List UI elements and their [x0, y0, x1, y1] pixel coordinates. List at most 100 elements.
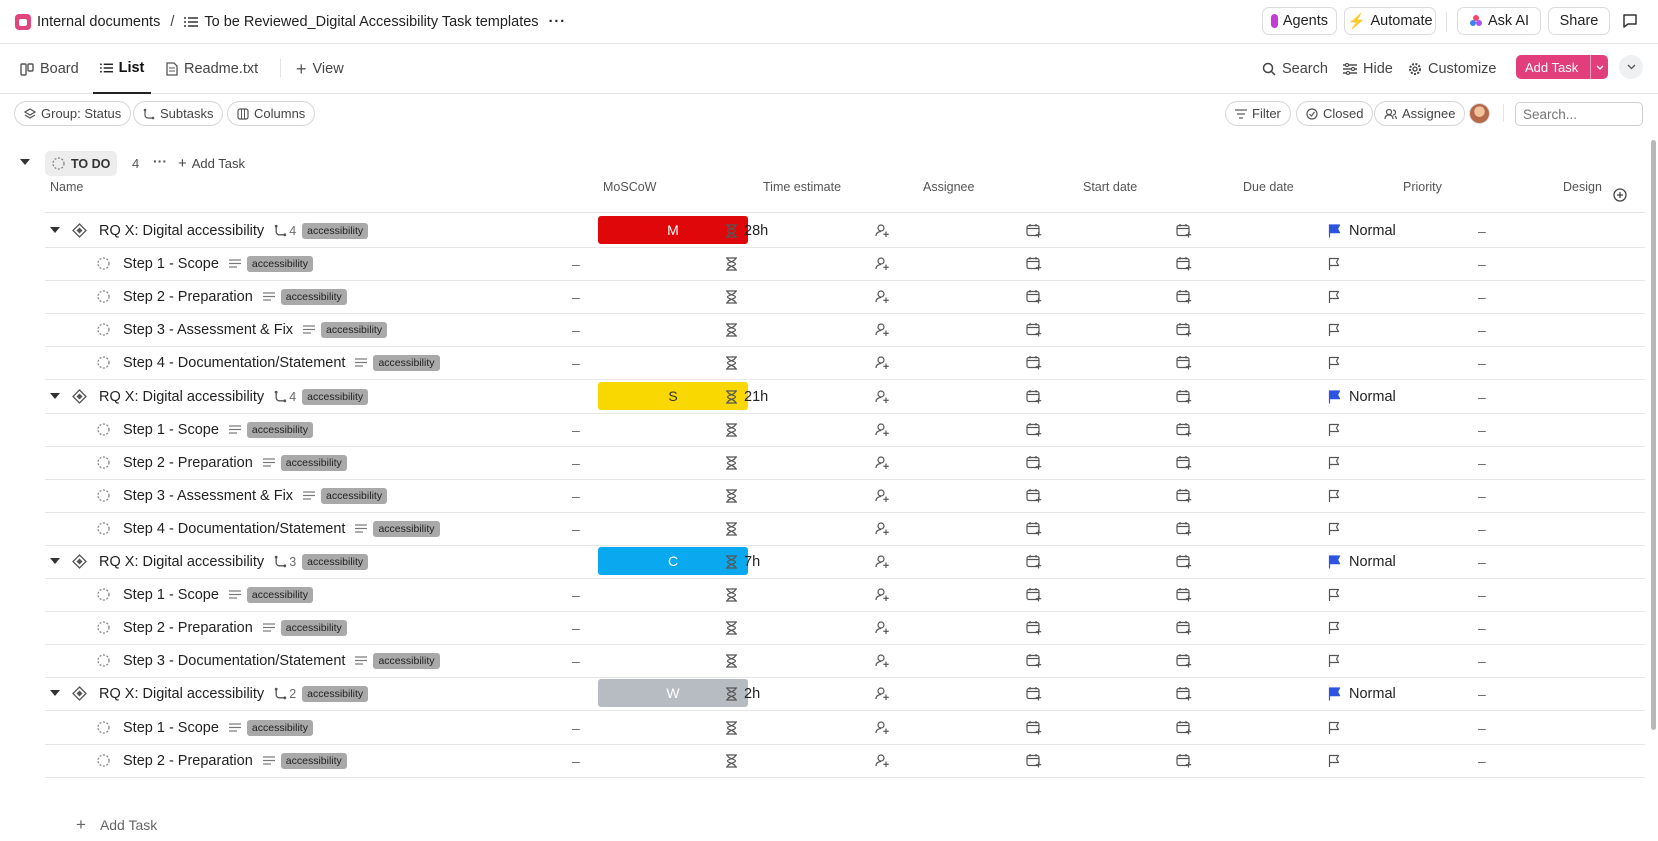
moscow-cell[interactable]: –: [572, 643, 580, 678]
table-row[interactable]: Step 2 - Preparation accessibility – –: [45, 743, 1645, 778]
tag-badge[interactable]: accessibility: [246, 586, 313, 603]
start-date-cell[interactable]: [1026, 710, 1042, 745]
start-date-cell[interactable]: [1026, 246, 1042, 281]
tag-badge[interactable]: accessibility: [280, 752, 347, 769]
assignee-cell[interactable]: [875, 511, 890, 546]
subtask-name[interactable]: Step 1 - Scope: [123, 256, 219, 272]
tab-list[interactable]: List: [93, 44, 151, 94]
table-row[interactable]: Step 3 - Documentation/Statement accessib…: [45, 643, 1645, 678]
table-row[interactable]: RQ X: Digital accessibility 2 accessibilit…: [45, 676, 1645, 711]
assignee-cell[interactable]: [875, 345, 890, 380]
subtask-name-cell[interactable]: Step 3 - Assessment & Fix accessibility: [45, 478, 388, 513]
due-date-cell[interactable]: [1176, 610, 1192, 645]
tag-badge[interactable]: accessibility: [302, 222, 369, 239]
start-date-cell[interactable]: [1026, 445, 1042, 480]
time-estimate-cell[interactable]: [725, 478, 738, 513]
subtask-name[interactable]: Step 2 - Preparation: [123, 753, 253, 769]
status-circle-icon[interactable]: [97, 522, 110, 535]
table-row[interactable]: Step 1 - Scope accessibility – –: [45, 246, 1645, 281]
priority-cell[interactable]: Normal: [1328, 676, 1396, 711]
search-input[interactable]: [1515, 102, 1643, 126]
column-due-date[interactable]: Due date: [1243, 180, 1294, 194]
due-date-cell[interactable]: [1176, 213, 1192, 248]
group-more-icon[interactable]: ···: [153, 153, 167, 169]
time-estimate-cell[interactable]: [725, 445, 738, 480]
add-view-button[interactable]: + View: [296, 44, 344, 94]
start-date-cell[interactable]: [1026, 610, 1042, 645]
moscow-cell[interactable]: –: [572, 511, 580, 546]
tag-badge[interactable]: accessibility: [373, 354, 440, 371]
task-name[interactable]: RQ X: Digital accessibility: [99, 223, 264, 239]
time-estimate-cell[interactable]: [725, 246, 738, 281]
subtask-name[interactable]: Step 2 - Preparation: [123, 289, 253, 305]
group-by-button[interactable]: Group: Status: [14, 101, 132, 126]
subtask-count-icon[interactable]: [274, 687, 287, 700]
moscow-cell[interactable]: –: [572, 246, 580, 281]
tab-board[interactable]: Board: [20, 44, 79, 94]
subtask-name[interactable]: Step 1 - Scope: [123, 422, 219, 438]
task-name-cell[interactable]: RQ X: Digital accessibility 3 accessibilit…: [45, 544, 369, 579]
avatar[interactable]: [1469, 103, 1490, 124]
priority-cell[interactable]: [1328, 743, 1340, 778]
moscow-cell[interactable]: –: [572, 743, 580, 778]
assignee-cell[interactable]: [875, 279, 890, 314]
task-name-cell[interactable]: RQ X: Digital accessibility 2 accessibilit…: [45, 676, 369, 711]
expand-caret-icon[interactable]: [50, 558, 60, 565]
start-date-cell[interactable]: [1026, 577, 1042, 612]
tag-badge[interactable]: accessibility: [373, 520, 440, 537]
automate-button[interactable]: ⚡ Automate: [1344, 7, 1436, 35]
start-date-cell[interactable]: [1026, 213, 1042, 248]
subtask-name[interactable]: Step 3 - Assessment & Fix: [123, 322, 293, 338]
design-cell[interactable]: –: [1478, 445, 1486, 480]
priority-cell[interactable]: Normal: [1328, 379, 1396, 414]
column-assignee[interactable]: Assignee: [923, 180, 974, 194]
priority-cell[interactable]: Normal: [1328, 213, 1396, 248]
moscow-cell[interactable]: –: [572, 412, 580, 447]
tab-readme[interactable]: Readme.txt: [166, 44, 258, 94]
task-name[interactable]: RQ X: Digital accessibility: [99, 554, 264, 570]
start-date-cell[interactable]: [1026, 643, 1042, 678]
design-cell[interactable]: –: [1478, 643, 1486, 678]
table-row[interactable]: Step 1 - Scope accessibility – –: [45, 577, 1645, 612]
subtask-name-cell[interactable]: Step 3 - Documentation/Statement accessib…: [45, 643, 440, 678]
assignee-cell[interactable]: [875, 710, 890, 745]
moscow-cell[interactable]: –: [572, 345, 580, 380]
subtask-name-cell[interactable]: Step 3 - Assessment & Fix accessibility: [45, 312, 388, 347]
tag-badge[interactable]: accessibility: [246, 421, 313, 438]
time-estimate-cell[interactable]: [725, 610, 738, 645]
table-row[interactable]: Step 3 - Assessment & Fix accessibility – –: [45, 478, 1645, 513]
moscow-cell[interactable]: –: [572, 610, 580, 645]
moscow-cell[interactable]: –: [572, 445, 580, 480]
task-name-cell[interactable]: RQ X: Digital accessibility 4 accessibilit…: [45, 213, 369, 248]
subtask-name[interactable]: Step 3 - Assessment & Fix: [123, 488, 293, 504]
closed-toggle[interactable]: Closed: [1296, 101, 1374, 126]
design-cell[interactable]: –: [1478, 478, 1486, 513]
status-badge[interactable]: TO DO: [45, 151, 117, 176]
tag-badge[interactable]: accessibility: [373, 652, 440, 669]
assignee-cell[interactable]: [875, 312, 890, 347]
due-date-cell[interactable]: [1176, 743, 1192, 778]
agents-button[interactable]: Agents: [1262, 7, 1337, 35]
subtask-name-cell[interactable]: Step 4 - Documentation/Statement accessib…: [45, 345, 440, 380]
subtask-name-cell[interactable]: Step 4 - Documentation/Statement accessib…: [45, 511, 440, 546]
start-date-cell[interactable]: [1026, 743, 1042, 778]
subtask-name[interactable]: Step 4 - Documentation/Statement: [123, 521, 345, 537]
design-cell[interactable]: –: [1478, 577, 1486, 612]
time-estimate-cell[interactable]: 7h: [725, 544, 760, 579]
share-button[interactable]: Share: [1548, 7, 1610, 35]
status-circle-icon[interactable]: [97, 290, 110, 303]
columns-button[interactable]: Columns: [227, 101, 316, 126]
due-date-cell[interactable]: [1176, 379, 1192, 414]
due-date-cell[interactable]: [1176, 279, 1192, 314]
vertical-scrollbar[interactable]: [1651, 140, 1656, 730]
assignee-cell[interactable]: [875, 412, 890, 447]
priority-cell[interactable]: [1328, 610, 1340, 645]
subtask-count-icon[interactable]: [274, 224, 287, 237]
priority-cell[interactable]: [1328, 478, 1340, 513]
due-date-cell[interactable]: [1176, 643, 1192, 678]
subtask-name[interactable]: Step 2 - Preparation: [123, 455, 253, 471]
column-moscow[interactable]: MoSCoW: [603, 180, 656, 194]
time-estimate-cell[interactable]: [725, 312, 738, 347]
chevron-down-icon[interactable]: [1590, 55, 1608, 79]
start-date-cell[interactable]: [1026, 345, 1042, 380]
